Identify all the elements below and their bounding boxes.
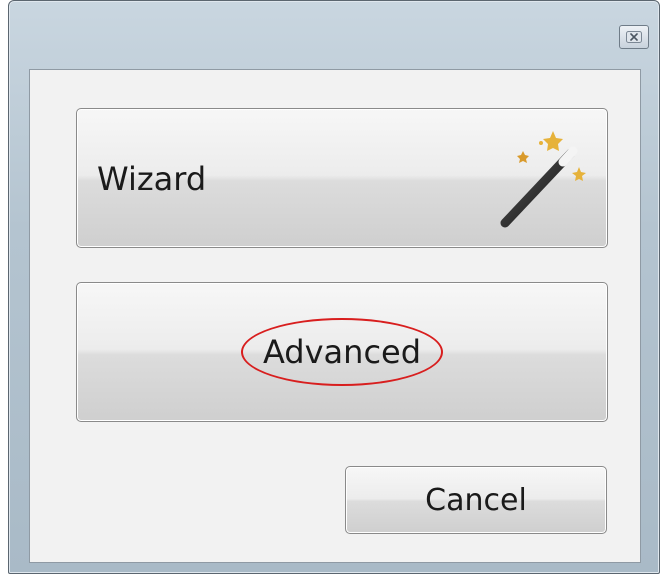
wizard-button[interactable]: Wizard xyxy=(76,108,608,248)
title-bar xyxy=(9,1,659,67)
advanced-button-label: Advanced xyxy=(262,333,422,371)
dialog-window: Wizard Advanced Cancel xyxy=(8,0,660,574)
close-button[interactable] xyxy=(619,25,649,49)
magic-wand-icon xyxy=(500,131,586,228)
cancel-button-label: Cancel xyxy=(425,482,527,518)
advanced-button[interactable]: Advanced xyxy=(76,282,608,422)
advanced-highlight: Advanced xyxy=(240,318,444,386)
dialog-content: Wizard Advanced Cancel xyxy=(29,69,641,563)
cancel-button[interactable]: Cancel xyxy=(345,466,607,534)
wizard-button-label: Wizard xyxy=(97,160,207,198)
close-icon xyxy=(626,31,642,43)
